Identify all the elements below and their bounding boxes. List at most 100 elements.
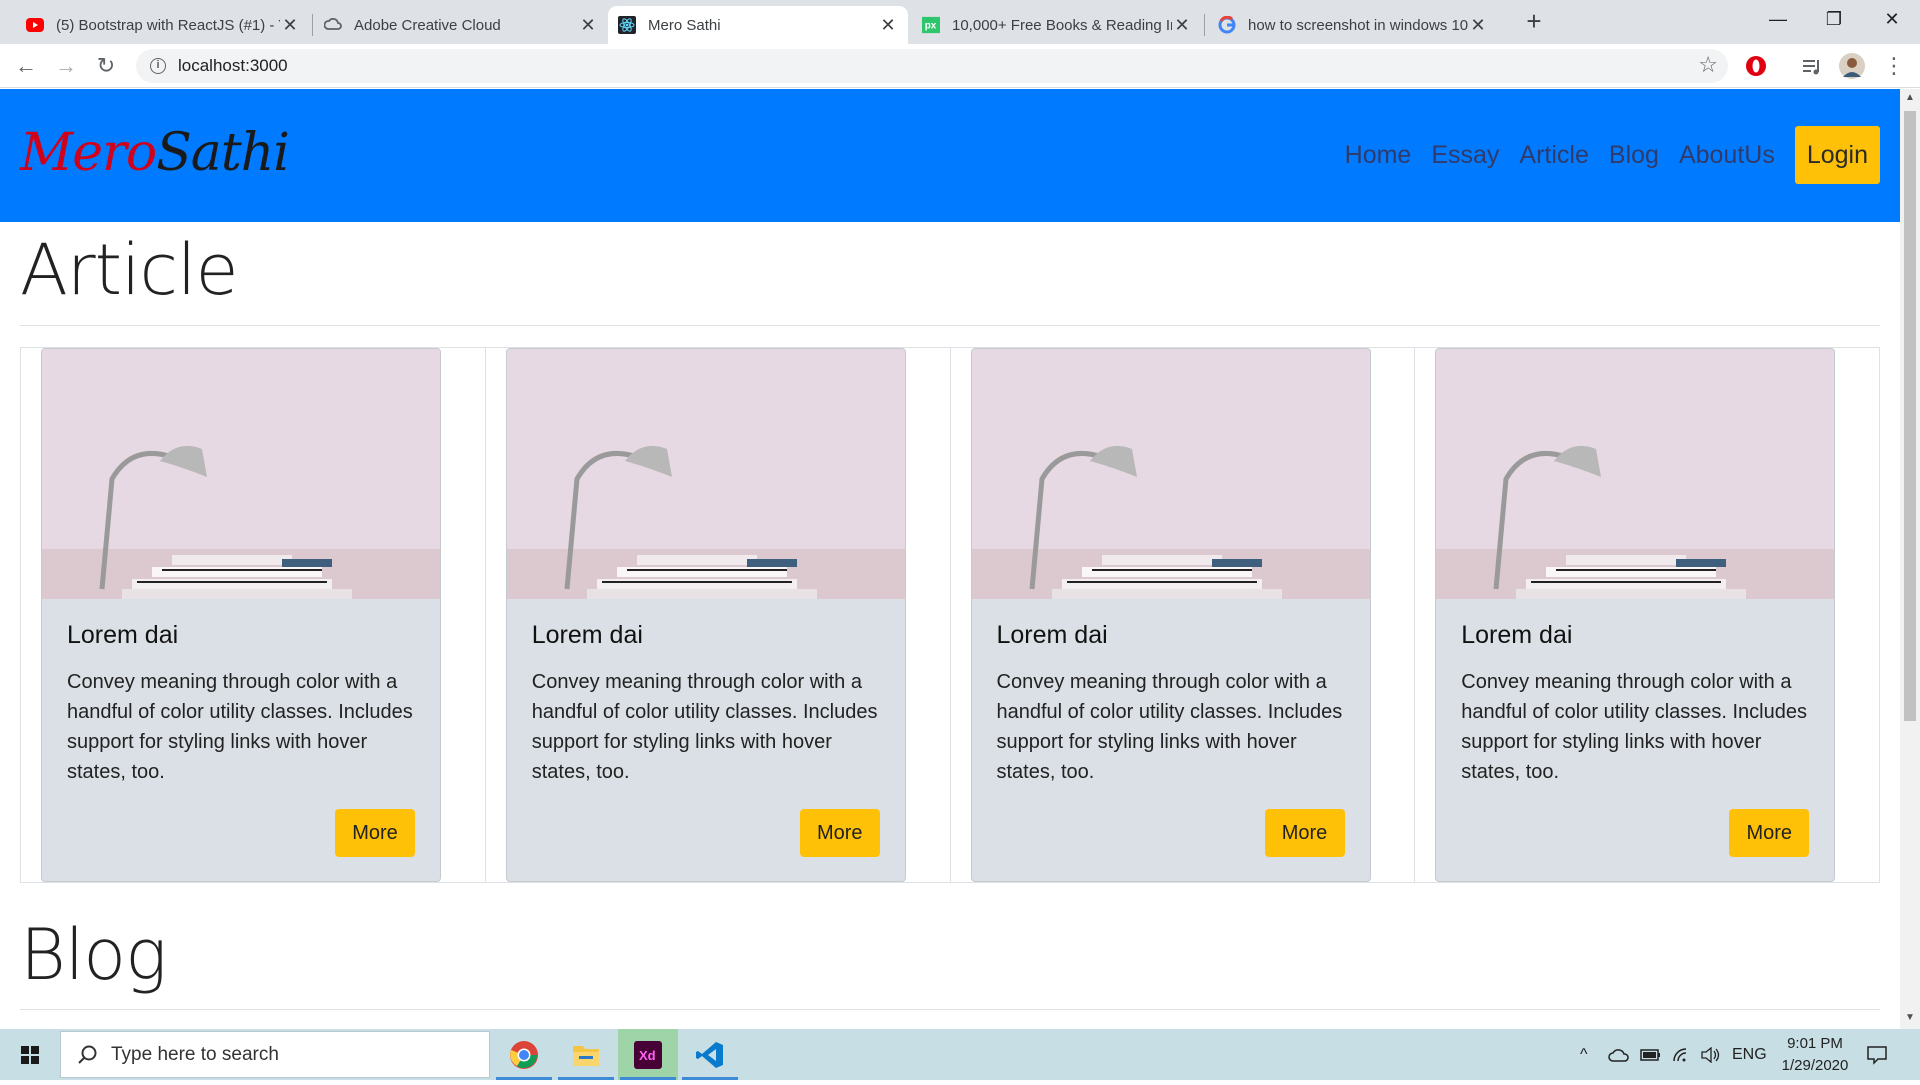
youtube-icon <box>26 16 44 34</box>
card-column: Lorem dai Convey meaning through color w… <box>21 348 486 882</box>
card-text: Convey meaning through color with a hand… <box>996 671 1343 783</box>
more-button[interactable]: More <box>1264 809 1345 857</box>
bookmark-star-icon[interactable]: ☆ <box>1698 52 1718 78</box>
more-button[interactable]: More <box>799 809 880 857</box>
card-image <box>506 349 905 599</box>
card-text: Convey meaning through color with a hand… <box>67 671 413 783</box>
new-tab-button[interactable]: + <box>1520 8 1548 36</box>
tab-title: (5) Bootstrap with ReactJS (#1) - YouTub… <box>56 16 280 34</box>
media-control-icon[interactable] <box>1798 52 1826 80</box>
tab-creative-cloud[interactable]: Adobe Creative Cloud ✕ <box>314 6 608 44</box>
card-title: Lorem dai <box>1461 621 1573 649</box>
scrollbar-thumb[interactable] <box>1904 111 1916 721</box>
card-column: Lorem dai Convey meaning through color w… <box>951 348 1416 882</box>
clock-time: 9:01 PM <box>1787 1035 1843 1052</box>
divider <box>20 325 1880 326</box>
volume-icon[interactable] <box>1700 1029 1722 1080</box>
close-icon[interactable]: ✕ <box>1172 15 1192 36</box>
brand-part-sathi: Sathi <box>156 123 290 183</box>
article-card: Lorem dai Convey meaning through color w… <box>41 348 441 882</box>
nav-link-article[interactable]: Article <box>1519 141 1588 170</box>
card-image <box>42 349 440 599</box>
navbar: MeroSathi Home Essay Article Blog AboutU… <box>0 89 1900 222</box>
notifications-icon[interactable] <box>1866 1029 1888 1080</box>
card-text: Convey meaning through color with a hand… <box>531 671 878 783</box>
taskbar-search-box[interactable]: Type here to search <box>60 1031 490 1078</box>
nav-link-essay[interactable]: Essay <box>1431 141 1499 170</box>
google-icon <box>1218 16 1236 34</box>
language-indicator[interactable]: ENG <box>1732 1029 1767 1080</box>
tray-chevron-up-icon[interactable]: ^ <box>1580 1029 1588 1080</box>
scroll-up-icon[interactable]: ▲ <box>1900 89 1920 107</box>
svg-text:Xd: Xd <box>639 1048 656 1063</box>
file-explorer-icon[interactable] <box>556 1029 616 1080</box>
vscode-icon[interactable] <box>680 1029 740 1080</box>
browser-tab-strip: (5) Bootstrap with ReactJS (#1) - YouTub… <box>0 0 1920 44</box>
browser-menu-icon[interactable]: ⋮ <box>1880 52 1908 80</box>
address-bar[interactable]: i localhost:3000 ☆ <box>136 49 1728 83</box>
login-button[interactable]: Login <box>1794 126 1880 184</box>
tab-mero-sathi[interactable]: Mero Sathi ✕ <box>608 6 908 44</box>
brand-part-mero: Mero <box>20 123 157 183</box>
tab-youtube[interactable]: (5) Bootstrap with ReactJS (#1) - YouTub… <box>16 6 310 44</box>
onedrive-icon[interactable] <box>1608 1029 1630 1080</box>
forward-arrow-icon[interactable]: → <box>52 52 80 80</box>
scroll-down-icon[interactable]: ▼ <box>1900 1009 1920 1027</box>
tab-title: 10,000+ Free Books & Reading Images <box>952 16 1172 34</box>
tab-title: Mero Sathi <box>648 16 721 34</box>
windows-taskbar: Type here to search Xd ^ ENG 9:01 PM 1/2… <box>0 1029 1920 1080</box>
more-button[interactable]: More <box>335 809 415 857</box>
battery-icon[interactable] <box>1640 1029 1662 1080</box>
tab-google[interactable]: how to screenshot in windows 10 ✕ <box>1208 6 1498 44</box>
article-card: Lorem dai Convey meaning through color w… <box>1435 348 1836 882</box>
article-card: Lorem dai Convey meaning through color w… <box>970 348 1371 882</box>
card-title: Lorem dai <box>996 621 1108 649</box>
nav-link-blog[interactable]: Blog <box>1609 141 1659 170</box>
back-arrow-icon[interactable]: ← <box>12 52 40 80</box>
window-close-button[interactable]: ✕ <box>1864 0 1920 40</box>
page-scrollbar[interactable]: ▲ ▼ <box>1900 89 1920 1029</box>
close-icon[interactable]: ✕ <box>578 15 598 36</box>
card-image <box>1436 349 1835 599</box>
card-column: Lorem dai Convey meaning through color w… <box>1415 348 1879 882</box>
creative-cloud-icon <box>324 16 342 34</box>
close-icon[interactable]: ✕ <box>280 15 300 36</box>
tab-pixabay[interactable]: px 10,000+ Free Books & Reading Images ✕ <box>912 6 1202 44</box>
url-text[interactable]: localhost:3000 <box>178 56 288 76</box>
maximize-button[interactable]: ❐ <box>1806 0 1862 40</box>
minimize-button[interactable]: — <box>1750 0 1806 40</box>
close-icon[interactable]: ✕ <box>878 15 898 36</box>
section-title-article: Article <box>20 229 239 311</box>
card-column: Lorem dai Convey meaning through color w… <box>486 348 951 882</box>
card-image <box>971 349 1370 599</box>
opera-extension-icon[interactable] <box>1742 52 1770 80</box>
chrome-icon[interactable] <box>494 1029 554 1080</box>
search-placeholder: Type here to search <box>111 1044 279 1065</box>
reload-icon[interactable]: ↻ <box>92 52 120 80</box>
react-icon <box>618 16 636 34</box>
windows-start-icon[interactable] <box>0 1029 60 1080</box>
system-clock[interactable]: 9:01 PM 1/29/2020 <box>1770 1033 1860 1077</box>
page-viewport: MeroSathi Home Essay Article Blog AboutU… <box>0 89 1900 1029</box>
browser-toolbar: ← → ↻ i localhost:3000 ☆ ⋮ <box>0 44 1920 88</box>
nav-links: Home Essay Article Blog AboutUs Login <box>1325 126 1880 184</box>
search-icon <box>78 1045 97 1064</box>
card-title: Lorem dai <box>67 621 179 649</box>
brand-logo[interactable]: MeroSathi <box>20 123 290 183</box>
nav-link-home[interactable]: Home <box>1345 141 1412 170</box>
tab-title: how to screenshot in windows 10 <box>1248 16 1468 34</box>
card-text: Convey meaning through color with a hand… <box>1461 671 1807 783</box>
adobe-xd-icon[interactable]: Xd <box>618 1029 678 1080</box>
wifi-icon[interactable] <box>1672 1029 1692 1080</box>
tab-title: Adobe Creative Cloud <box>354 16 501 34</box>
article-card: Lorem dai Convey meaning through color w… <box>505 348 906 882</box>
card-title: Lorem dai <box>531 621 643 649</box>
more-button[interactable]: More <box>1729 809 1810 857</box>
avatar[interactable] <box>1838 52 1866 80</box>
clock-date: 1/29/2020 <box>1781 1057 1849 1074</box>
nav-link-aboutus[interactable]: AboutUs <box>1679 141 1775 170</box>
section-title-blog: Blog <box>20 914 167 996</box>
close-icon[interactable]: ✕ <box>1468 15 1488 36</box>
info-icon[interactable]: i <box>150 58 166 74</box>
divider <box>20 1009 1880 1010</box>
